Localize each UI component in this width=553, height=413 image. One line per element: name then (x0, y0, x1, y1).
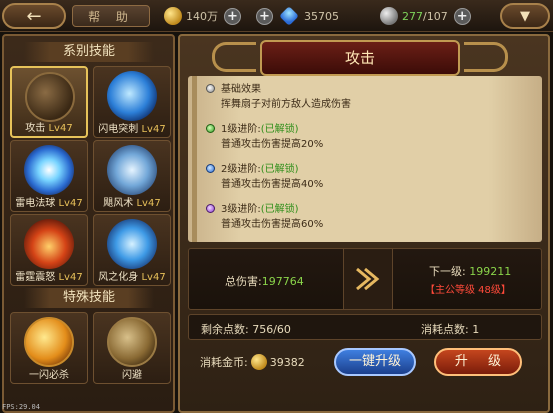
diamond-add-wrap: + (256, 6, 273, 26)
entry-desc: 普通攻击伤害提高60% (221, 219, 324, 230)
skill-card-lightning-strike[interactable]: 闪电突刺 Lv47 (93, 66, 171, 138)
effect-entry-level2: 2级进阶:(已解锁) 普通攻击伤害提高40% (206, 162, 323, 192)
diamond-add-button[interactable]: + (256, 7, 273, 25)
menu-button[interactable]: ▼ (500, 3, 550, 29)
blue-bullet-icon (206, 164, 215, 173)
skill-card-attack[interactable]: 攻击 Lv47 (10, 66, 88, 138)
skill-title: 攻击 (260, 40, 460, 76)
gold-coin-icon (250, 354, 267, 370)
entry-head: 3级进阶: (221, 204, 261, 215)
section-title-special: 特殊技能 (24, 288, 154, 308)
skill-description-scroll[interactable]: 基础效果 挥舞扇子对前方敌人造成伤害 1级进阶:(已解锁) 普通攻击伤害提高20… (188, 76, 542, 242)
chevron-down-icon: ▼ (520, 8, 530, 24)
skill-card-wind-avatar[interactable]: 风之化身 Lv47 (93, 214, 171, 286)
stamina-current: 277 (402, 9, 423, 23)
action-bar: 消耗金币: 39382 一键升级 升 级 (188, 344, 542, 380)
gold-add-button[interactable]: + (224, 7, 241, 25)
help-button[interactable]: 帮 助 (72, 5, 150, 27)
cost-label: 消耗金币: (200, 356, 248, 369)
gold-value: 140万 (186, 10, 218, 23)
skill-level: Lv47 (136, 198, 161, 209)
cost-value: 39382 (269, 355, 305, 369)
skill-name: 闪电突刺 (98, 124, 139, 135)
level-requirement: 【主公等级 48级】 (425, 285, 511, 296)
kill-icon (24, 317, 74, 367)
special-skill-card-dodge[interactable]: 闪避 (93, 312, 171, 384)
gold-cost: 消耗金币: 39382 (200, 354, 305, 370)
skill-list-panel: 系别技能 攻击 Lv47 闪电突刺 Lv47 雷电法球 Lv47 飓风术 Lv4… (2, 34, 175, 413)
green-bullet-icon (206, 124, 215, 133)
points-bar: 剩余点数: 756/60 消耗点数: 1 (188, 314, 542, 340)
entry-head: 2级进阶: (221, 164, 261, 175)
special-skill-name: 一闪必杀 (29, 370, 69, 381)
stamina-max: /107 (423, 9, 448, 23)
gold-coin-icon (164, 7, 182, 25)
skill-level: Lv47 (58, 272, 83, 283)
consume-points: 消耗点数: 1 (421, 323, 480, 336)
diamond-resource: 35705 (279, 6, 339, 26)
effect-entry-base: 基础效果 挥舞扇子对前方敌人造成伤害 (206, 82, 351, 112)
skill-name: 攻击 (25, 123, 46, 134)
skill-name: 风之化身 (98, 272, 139, 283)
stamina-resource: 277/107 + (380, 6, 471, 26)
entry-status: (已解锁) (260, 164, 299, 175)
entry-desc: 普通攻击伤害提高20% (221, 139, 324, 150)
gray-bullet-icon (206, 84, 215, 93)
skill-detail-panel: 攻击 基础效果 挥舞扇子对前方敌人造成伤害 1级进阶:(已解锁) 普通攻击伤害提… (178, 34, 550, 413)
skill-level: Lv47 (141, 272, 166, 283)
upgrade-arrow (343, 249, 393, 309)
remaining-points: 剩余点数: 756/60 (201, 323, 291, 336)
back-arrow-icon: ← (26, 5, 42, 27)
skill-card-lightning-orb[interactable]: 雷电法球 Lv47 (10, 140, 88, 212)
total-damage: 总伤害:197764 (225, 273, 304, 289)
entry-desc: 挥舞扇子对前方敌人造成伤害 (221, 99, 351, 110)
entry-desc: 普通攻击伤害提高40% (221, 179, 324, 190)
double-chevron-right-icon (356, 267, 380, 291)
upgrade-button[interactable]: 升 级 (434, 348, 522, 376)
next-level-value: 199211 (469, 265, 512, 278)
next-level-damage: 下一级: 199211 (429, 263, 511, 279)
purple-bullet-icon (206, 204, 215, 213)
title-ornament-left (212, 42, 256, 72)
attack-icon (25, 72, 75, 122)
skill-level: Lv47 (58, 198, 83, 209)
wind-avatar-icon (107, 219, 157, 269)
skill-name: 雷霆震怒 (15, 272, 56, 283)
special-skill-card-kill[interactable]: 一闪必杀 (10, 312, 88, 384)
skill-card-thunder-wrath[interactable]: 雷霆震怒 Lv47 (10, 214, 88, 286)
skill-card-tornado[interactable]: 飓风术 Lv47 (93, 140, 171, 212)
scroll-strip (192, 76, 197, 242)
tornado-icon (107, 145, 157, 195)
entry-head: 基础效果 (221, 84, 261, 95)
entry-status: (已解锁) (260, 204, 299, 215)
special-skill-name: 闪避 (122, 370, 142, 381)
skill-name: 雷电法球 (15, 198, 56, 209)
diamond-value: 35705 (304, 9, 339, 23)
skill-level: Lv47 (48, 123, 73, 134)
back-button[interactable]: ← (2, 3, 66, 29)
title-ornament-right (464, 42, 508, 72)
thunder-wrath-icon (24, 219, 74, 269)
entry-status: (已解锁) (260, 124, 299, 135)
section-title-main: 系别技能 (24, 42, 154, 62)
gold-resource: 140万 + (164, 6, 241, 26)
damage-box: 总伤害:197764 下一级: 199211 【主公等级 48级】 (188, 248, 542, 310)
lightning-icon (107, 71, 157, 121)
total-damage-label: 总伤害: (225, 275, 262, 288)
top-bar: ← 帮 助 140万 + 35705 277/107 + + ▼ (0, 0, 553, 32)
one-key-upgrade-button[interactable]: 一键升级 (334, 348, 416, 376)
skill-name: 飓风术 (103, 198, 134, 209)
fps-counter: FPS:29.04 (2, 403, 40, 411)
diamond-icon (279, 6, 299, 26)
dodge-icon (107, 317, 157, 367)
total-damage-value: 197764 (261, 275, 304, 288)
effect-entry-level3: 3级进阶:(已解锁) 普通攻击伤害提高60% (206, 202, 323, 232)
lightning-orb-icon (24, 145, 74, 195)
stamina-add-button[interactable]: + (453, 7, 471, 25)
stamina-icon (380, 7, 398, 25)
effect-entry-level1: 1级进阶:(已解锁) 普通攻击伤害提高20% (206, 122, 323, 152)
entry-head: 1级进阶: (221, 124, 261, 135)
skill-level: Lv47 (141, 124, 166, 135)
next-level-label: 下一级: (429, 265, 466, 278)
